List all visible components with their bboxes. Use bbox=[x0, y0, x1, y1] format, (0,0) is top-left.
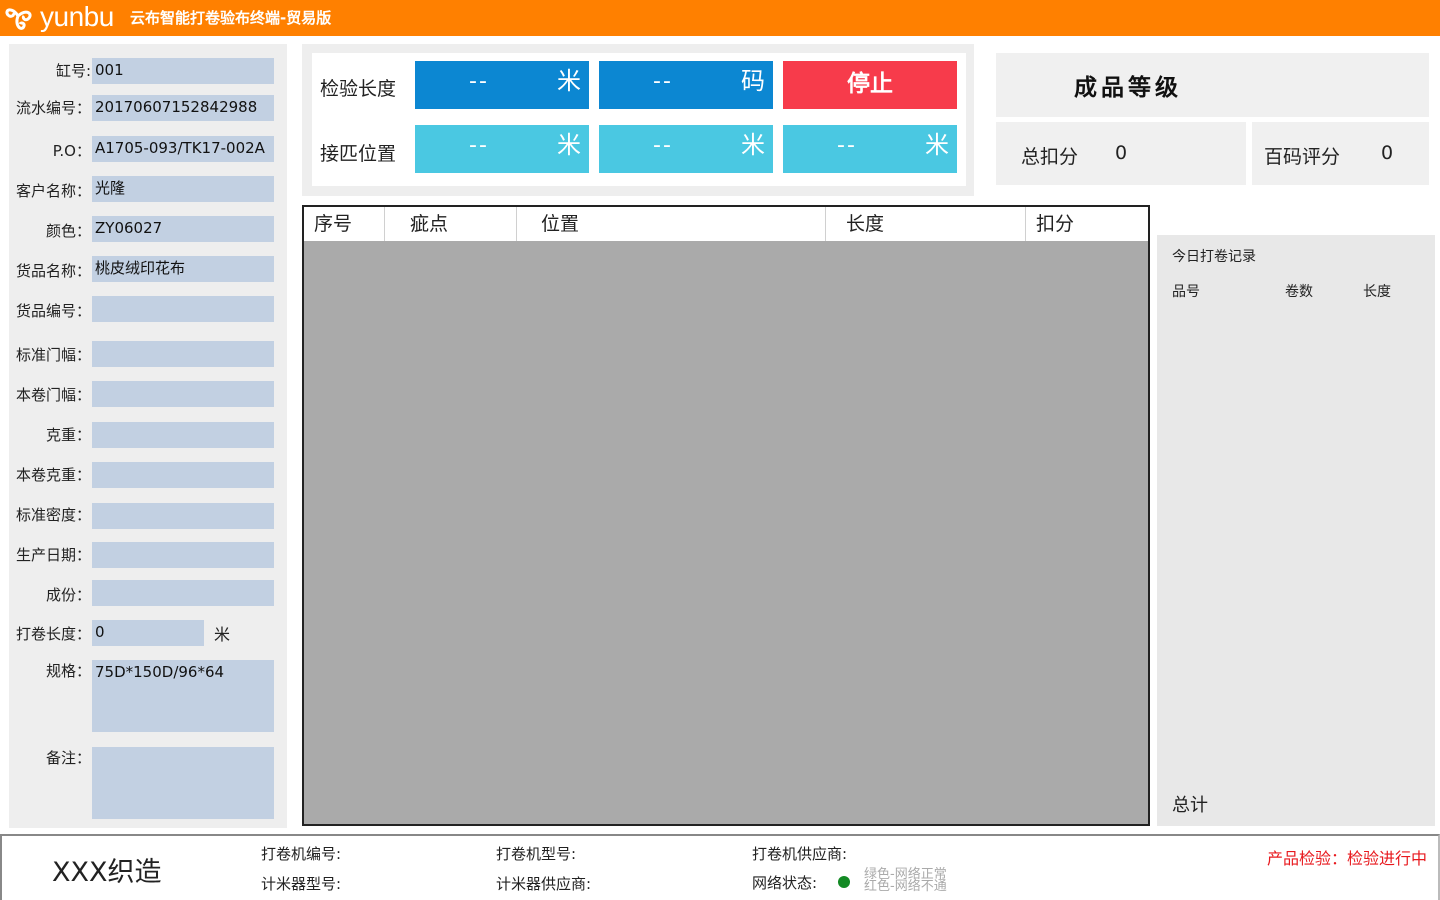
col-header-length[interactable]: 长度 bbox=[826, 207, 1026, 241]
inspection-status-text: 产品检验：检验进行中 bbox=[1267, 849, 1428, 868]
field-roll-gram-weight[interactable] bbox=[92, 462, 274, 488]
inspect-length-meter-value: -- bbox=[469, 69, 489, 94]
splice-position-value-2: -- bbox=[653, 133, 673, 158]
company-name: XXX织造 bbox=[52, 857, 162, 888]
field-label-std-width: 标准门幅： bbox=[15, 346, 91, 364]
field-composition[interactable] bbox=[92, 580, 274, 606]
inspect-length-yard-value: -- bbox=[653, 69, 673, 94]
field-vat-no[interactable]: 001 bbox=[92, 58, 274, 84]
field-prod-date[interactable] bbox=[92, 542, 274, 568]
field-label-goods-no: 货品编号： bbox=[15, 302, 91, 320]
field-label-color: 颜色： bbox=[45, 222, 91, 240]
defect-table-header: 序号 疵点 位置 长度 扣分 bbox=[304, 207, 1148, 241]
field-label-std-density: 标准密度： bbox=[15, 506, 91, 524]
field-color[interactable]: ZY06027 bbox=[92, 216, 274, 242]
field-label-goods-name: 货品名称： bbox=[15, 262, 91, 280]
roller-no-label: 打卷机编号: bbox=[261, 845, 342, 863]
field-goods-name[interactable]: 桃皮绒印花布 bbox=[92, 256, 274, 282]
col-header-position[interactable]: 位置 bbox=[517, 207, 826, 241]
field-spec[interactable]: 75D*150D/96*64 bbox=[92, 660, 274, 732]
defect-table[interactable]: 序号 疵点 位置 长度 扣分 bbox=[302, 205, 1150, 826]
field-roll-width[interactable] bbox=[92, 381, 274, 407]
splice-position-value-3: -- bbox=[837, 133, 857, 158]
field-label-remark: 备注： bbox=[45, 749, 91, 767]
field-std-density[interactable] bbox=[92, 503, 274, 529]
field-std-width[interactable] bbox=[92, 341, 274, 367]
field-label-prod-date: 生产日期： bbox=[15, 546, 91, 564]
hundred-yard-label: 百码评分 bbox=[1264, 146, 1341, 168]
splice-position-display-3: -- 米 bbox=[783, 125, 957, 173]
field-roll-length[interactable]: 0 bbox=[92, 620, 204, 646]
meter-model-label: 计米器型号: bbox=[261, 875, 342, 893]
info-form-panel: 缸号: 001 流水编号： 20170607152842988 P.O： A17… bbox=[9, 44, 287, 828]
splice-position-display-2: -- 米 bbox=[599, 125, 773, 173]
records-total-label: 总计 bbox=[1172, 795, 1208, 816]
app-title: 云布智能打卷验布终端-贸易版 bbox=[130, 9, 332, 27]
inspect-length-meter-unit: 米 bbox=[557, 67, 581, 95]
inspect-length-label: 检验长度 bbox=[320, 78, 397, 100]
field-label-serial-no: 流水编号： bbox=[15, 99, 91, 117]
legend-red: 红色-网络不通 bbox=[864, 879, 947, 894]
logo-text: yunbu bbox=[40, 1, 114, 32]
field-label-roll-length: 打卷长度： bbox=[15, 625, 91, 643]
col-header-defect[interactable]: 疵点 bbox=[385, 207, 517, 241]
title-bar: yunbu 云布智能打卷验布终端-贸易版 bbox=[0, 0, 1440, 36]
meter-supplier-label: 计米器供应商: bbox=[496, 875, 592, 893]
records-col-item-no: 品号 bbox=[1172, 284, 1200, 300]
field-label-customer: 客户名称： bbox=[15, 182, 91, 200]
roller-supplier-label: 打卷机供应商: bbox=[752, 845, 848, 863]
roller-model-label: 打卷机型号: bbox=[496, 845, 577, 863]
network-status-label: 网络状态: bbox=[752, 874, 818, 892]
field-label-spec: 规格： bbox=[45, 662, 91, 680]
inspect-length-yard-unit: 码 bbox=[741, 67, 765, 95]
records-col-roll-count: 卷数 bbox=[1285, 284, 1313, 300]
records-col-length: 长度 bbox=[1363, 284, 1391, 300]
splice-position-unit-2: 米 bbox=[741, 131, 765, 159]
field-label-roll-gram-weight: 本卷克重： bbox=[15, 466, 91, 484]
grade-panel bbox=[996, 53, 1429, 117]
network-status-indicator bbox=[838, 876, 850, 888]
field-gram-weight[interactable] bbox=[92, 422, 274, 448]
yunbu-logo-icon bbox=[5, 8, 32, 30]
field-label-gram-weight: 克重： bbox=[45, 426, 91, 444]
field-label-roll-width: 本卷门幅： bbox=[15, 386, 91, 404]
splice-position-label: 接匹位置 bbox=[320, 143, 397, 165]
splice-position-unit-3: 米 bbox=[925, 131, 949, 159]
col-header-index[interactable]: 序号 bbox=[304, 207, 385, 241]
today-records-title: 今日打卷记录 bbox=[1172, 249, 1256, 265]
field-label-vat-no: 缸号: bbox=[55, 62, 91, 80]
field-remark[interactable] bbox=[92, 747, 274, 819]
splice-position-value-1: -- bbox=[469, 133, 489, 158]
total-deduct-label: 总扣分 bbox=[1021, 146, 1079, 168]
status-footer bbox=[0, 834, 1440, 900]
inspect-length-yard-display: -- 码 bbox=[599, 61, 773, 109]
hundred-yard-value: 0 bbox=[1381, 142, 1394, 164]
stop-button[interactable]: 停止 bbox=[783, 61, 957, 109]
col-header-deduct[interactable]: 扣分 bbox=[1026, 207, 1148, 241]
field-label-composition: 成份： bbox=[45, 586, 91, 604]
splice-position-unit-1: 米 bbox=[557, 131, 581, 159]
field-po[interactable]: A1705-093/TK17-002A bbox=[92, 136, 274, 162]
today-records-panel: 今日打卷记录 品号 卷数 长度 总计 bbox=[1157, 235, 1435, 826]
field-customer[interactable]: 光隆 bbox=[92, 176, 274, 202]
inspect-length-meter-display: -- 米 bbox=[415, 61, 589, 109]
total-deduct-value: 0 bbox=[1115, 142, 1128, 164]
field-goods-no[interactable] bbox=[92, 296, 274, 322]
grade-title: 成品等级 bbox=[1074, 75, 1182, 101]
roll-length-unit: 米 bbox=[214, 625, 231, 644]
field-label-po: P.O： bbox=[52, 142, 91, 160]
field-serial-no[interactable]: 20170607152842988 bbox=[92, 95, 274, 121]
splice-position-display-1: -- 米 bbox=[415, 125, 589, 173]
